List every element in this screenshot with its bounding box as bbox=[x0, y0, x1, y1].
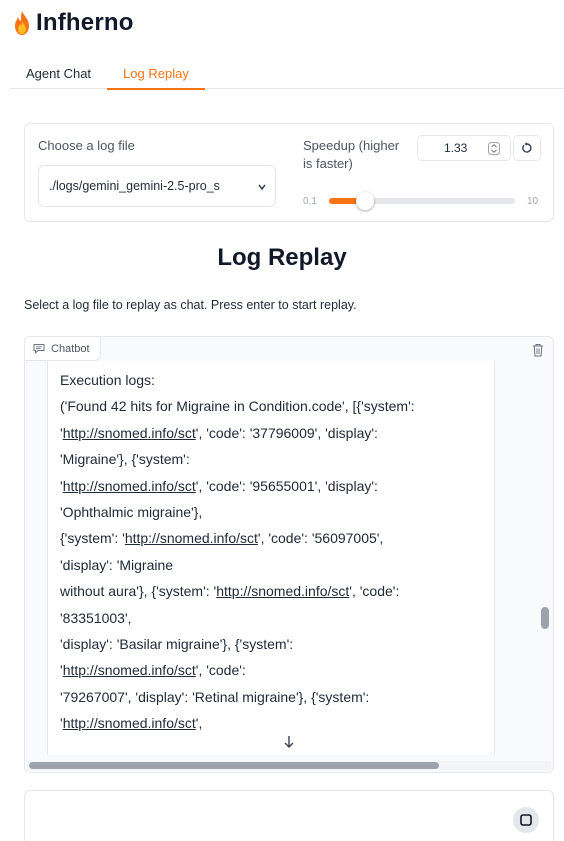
replay-controls-panel: Choose a log file ./logs/gemini_gemini-2… bbox=[24, 123, 554, 222]
log-file-dropdown[interactable]: ./logs/gemini_gemini-2.5-pro_s bbox=[38, 165, 276, 207]
snomed-link[interactable]: http://snomed.info/sct bbox=[63, 425, 196, 441]
chat-bubble-icon bbox=[33, 344, 45, 354]
message-line: 'http://snomed.info/sct', 'code': bbox=[60, 657, 490, 683]
vertical-scrollbar[interactable] bbox=[541, 607, 549, 629]
clear-chat-button[interactable] bbox=[529, 341, 547, 359]
message-text-segment: ', 'code': bbox=[349, 583, 400, 600]
message-text-segment: without aura'}, {'system': ' bbox=[60, 583, 217, 600]
message-line: 'display': 'Migraine bbox=[60, 552, 490, 578]
chat-message: Execution logs: ('Found 42 hits for Migra… bbox=[47, 361, 495, 755]
page-description: Select a log file to replay as chat. Pre… bbox=[24, 298, 357, 312]
message-text-segment: ', 'code': '56097005', bbox=[257, 530, 384, 547]
chatbot-panel: Execution logs: ('Found 42 hits for Migra… bbox=[24, 336, 554, 773]
reset-speed-button[interactable] bbox=[513, 135, 541, 161]
message-text-segment: 'display': 'Basilar migraine'}, {'system… bbox=[60, 635, 294, 652]
snomed-link[interactable]: http://snomed.info/sct bbox=[63, 715, 196, 731]
message-text-segment: '79267007', 'display': 'Retinal migraine… bbox=[60, 688, 370, 705]
message-line: {'system': 'http://snomed.info/sct', 'co… bbox=[60, 525, 490, 551]
message-text-segment: ', 'code': bbox=[195, 662, 246, 679]
message-text-segment: ('Found 42 hits for Migraine in Conditio… bbox=[60, 398, 415, 415]
app-title: Infherno bbox=[12, 6, 134, 40]
message-line: without aura'}, {'system': 'http://snome… bbox=[60, 578, 490, 604]
app-title-text: Infherno bbox=[36, 9, 134, 36]
speedup-slider[interactable] bbox=[329, 192, 515, 210]
chat-message-text: Execution logs: ('Found 42 hits for Migra… bbox=[60, 367, 490, 736]
scroll-to-bottom-button[interactable] bbox=[277, 730, 301, 754]
message-line: 'display': 'Basilar migraine'}, {'system… bbox=[60, 631, 490, 657]
page-title: Log Replay bbox=[217, 244, 347, 271]
snomed-link[interactable]: http://snomed.info/sct bbox=[63, 662, 196, 678]
message-line: '79267007', 'display': 'Retinal migraine… bbox=[60, 684, 490, 710]
message-line: 'Ophthalmic migraine'}, bbox=[60, 499, 490, 525]
snomed-link[interactable]: http://snomed.info/sct bbox=[63, 478, 196, 494]
speedup-number-input[interactable]: 1.33 bbox=[417, 135, 511, 161]
trash-icon bbox=[533, 344, 543, 357]
snomed-link[interactable]: http://snomed.info/sct bbox=[216, 583, 349, 599]
slider-min-label: 0.1 bbox=[303, 196, 317, 207]
chatbot-label-text: Chatbot bbox=[51, 342, 90, 355]
horizontal-scrollbar[interactable] bbox=[29, 762, 439, 769]
tab-agent-chat[interactable]: Agent Chat bbox=[10, 58, 107, 89]
message-text-segment: ', 'code': '95655001', 'display': bbox=[195, 477, 378, 494]
message-line: Execution logs: bbox=[60, 367, 490, 393]
message-line: 'http://snomed.info/sct', bbox=[60, 710, 490, 736]
message-line: 'http://snomed.info/sct', 'code': '37796… bbox=[60, 420, 490, 446]
chat-input-panel[interactable] bbox=[24, 790, 554, 841]
stop-button[interactable] bbox=[513, 807, 539, 833]
message-text-segment: '83351003', bbox=[60, 609, 132, 626]
fire-icon bbox=[15, 11, 29, 35]
message-text-segment: 'Migraine'}, {'system': bbox=[60, 451, 190, 468]
message-line: ('Found 42 hits for Migraine in Conditio… bbox=[60, 393, 490, 419]
chatbot-label: Chatbot bbox=[25, 337, 101, 361]
stop-icon bbox=[520, 814, 532, 826]
tab-log-replay[interactable]: Log Replay bbox=[107, 58, 205, 90]
message-line: 'Migraine'}, {'system': bbox=[60, 446, 490, 472]
log-file-label: Choose a log file bbox=[38, 138, 135, 153]
message-line: '83351003', bbox=[60, 605, 490, 631]
speedup-label-line2: is faster) bbox=[303, 156, 353, 171]
chevron-down-icon bbox=[255, 180, 269, 194]
tab-bar: Agent Chat Log Replay bbox=[10, 58, 564, 90]
message-text-segment: {'system': ' bbox=[60, 530, 125, 547]
snomed-link[interactable]: http://snomed.info/sct bbox=[125, 530, 258, 546]
message-text-segment: Execution logs: bbox=[60, 372, 155, 388]
slider-thumb[interactable] bbox=[356, 192, 374, 210]
arrow-down-icon bbox=[284, 736, 294, 748]
message-text-segment: ', 'code': '37796009', 'display': bbox=[195, 424, 378, 441]
message-text-segment: ', bbox=[195, 715, 203, 732]
log-file-value: ./logs/gemini_gemini-2.5-pro_s bbox=[49, 179, 220, 193]
slider-max-label: 10 bbox=[527, 196, 539, 207]
speedup-value: 1.33 bbox=[444, 141, 468, 155]
reset-icon bbox=[522, 142, 532, 153]
speedup-label-line1: Speedup (higher bbox=[303, 138, 400, 153]
message-text-segment: 'display': 'Migraine bbox=[60, 556, 174, 573]
stepper-arrows-icon[interactable] bbox=[488, 142, 500, 155]
message-text-segment: 'Ophthalmic migraine'}, bbox=[60, 503, 203, 520]
message-line: 'http://snomed.info/sct', 'code': '95655… bbox=[60, 473, 490, 499]
